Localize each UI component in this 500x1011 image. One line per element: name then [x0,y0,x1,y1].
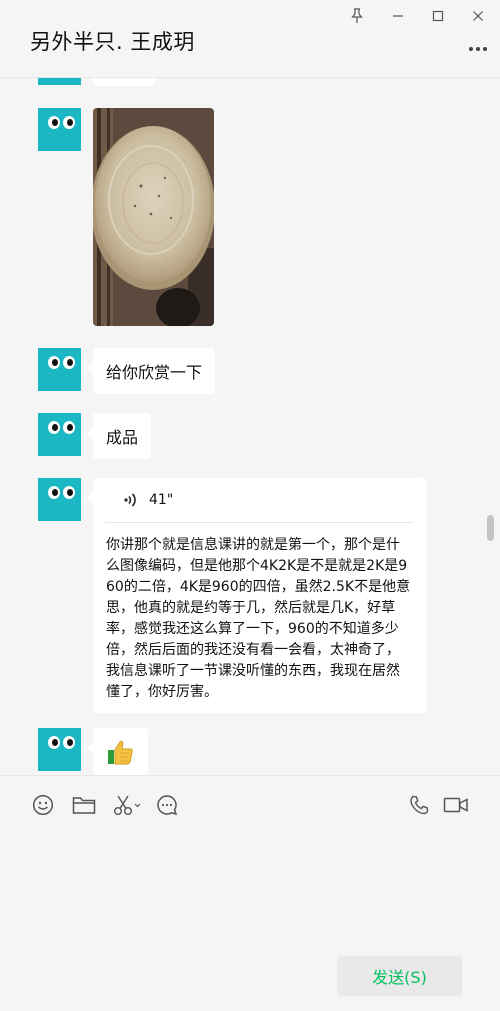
avatar-eye [63,356,75,369]
message-input[interactable] [0,835,500,945]
send-button[interactable]: 发送(S) [337,956,462,996]
voice-message-bubble[interactable]: 41" 你讲那个就是信息课讲的就是第一个，那个是什么图像编码，但是他那个4K2K… [87,478,426,713]
minimize-icon[interactable] [386,4,410,28]
emoji-message-bubble[interactable] [87,728,148,775]
phone-icon[interactable] [406,792,432,818]
chat-history-icon[interactable] [154,792,180,818]
avatar-eye [63,486,75,499]
avatar-eye [48,421,60,434]
avatar-eye [48,356,60,369]
pin-icon[interactable] [345,4,369,28]
avatar[interactable] [38,413,81,456]
scrollbar-thumb[interactable] [487,515,494,541]
message-bubble[interactable]: 成品 [86,413,152,459]
pancake-photo-icon [93,108,214,326]
image-message[interactable] [93,108,214,326]
message-bubble[interactable]: 给你欣赏一下 [86,348,216,394]
avatar[interactable] [38,78,81,85]
emoji-icon[interactable] [30,792,56,818]
avatar[interactable] [38,478,81,521]
chat-message-list[interactable]: 给你欣赏一下 成品 41" 你讲那个就是信息课讲的就是第一个，那个是什么图像编码… [0,78,500,775]
scissors-icon[interactable] [112,792,142,818]
voice-duration: 41" [149,492,174,508]
maximize-icon[interactable] [426,4,450,28]
close-icon[interactable] [466,4,490,28]
voice-wave-icon [123,492,137,508]
input-toolbar [0,775,500,835]
thumbs-up-icon [108,740,133,765]
voice-transcript: 你讲那个就是信息课讲的就是第一个，那个是什么图像编码，但是他那个4K2K是不是就… [106,537,411,700]
title-bar: 另外半只. 王成玥 [0,0,500,78]
avatar-eye [48,116,60,129]
avatar-eye [63,116,75,129]
avatar-eye [48,486,60,499]
chat-title: 另外半只. 王成玥 [30,30,195,54]
avatar-eye [63,736,75,749]
folder-icon[interactable] [71,792,97,818]
avatar[interactable] [38,108,81,151]
avatar[interactable] [38,728,81,771]
avatar-eye [48,736,60,749]
avatar[interactable] [38,348,81,391]
more-dots-icon[interactable] [466,40,490,58]
message-text: 成品 [106,428,139,447]
video-call-icon[interactable] [441,792,471,818]
message-bubble[interactable] [93,78,155,86]
message-text: 给你欣赏一下 [106,363,203,382]
voice-player[interactable]: 41" [105,478,414,523]
avatar-eye [63,421,75,434]
